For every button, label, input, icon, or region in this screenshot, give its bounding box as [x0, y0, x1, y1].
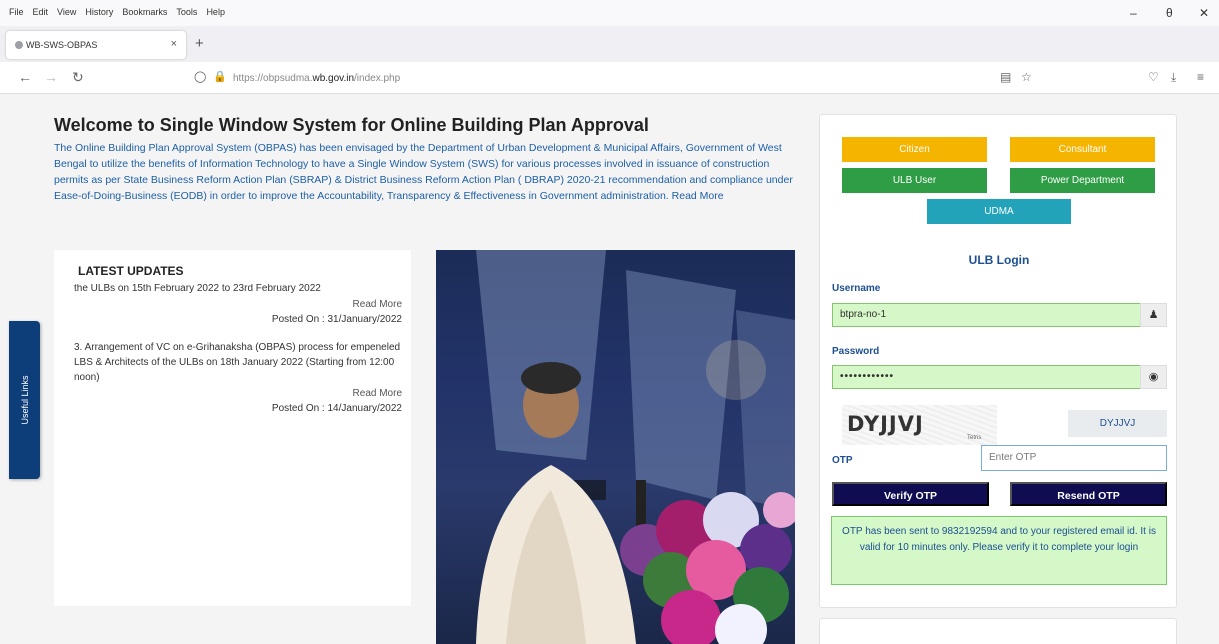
globe-icon: [15, 41, 23, 49]
hero-photo-illustration: [476, 250, 795, 644]
verify-otp-button[interactable]: Verify OTP: [832, 482, 989, 506]
username-label: Username: [832, 283, 881, 294]
page-content: Welcome to Single Window System for Onli…: [0, 95, 1219, 644]
otp-label: OTP: [832, 455, 853, 466]
user-icon: ♟: [1140, 303, 1167, 327]
eye-icon[interactable]: ◉: [1140, 365, 1167, 389]
menu-edit[interactable]: Edit: [33, 7, 49, 17]
back-arrow-icon[interactable]: ←: [18, 69, 32, 85]
pocket-icon[interactable]: ♡: [1148, 70, 1159, 84]
tab-strip: WB-SWS-OBPAS × +: [0, 26, 1219, 62]
browser-navbar: ← → ↻ ◯ 🔒 https://obpsudma.wb.gov.in/ind…: [0, 62, 1219, 94]
browser-menubar: File Edit View History Bookmarks Tools H…: [0, 0, 1219, 26]
new-tab-button[interactable]: +: [195, 35, 204, 52]
welcome-read-more-link[interactable]: Read More: [672, 190, 724, 202]
restore-button[interactable]: θ: [1166, 6, 1173, 20]
tab-obpas[interactable]: WB-SWS-OBPAS ×: [6, 31, 186, 59]
list-item: 3. Arrangement of VC on e-Grihanaksha (O…: [74, 340, 402, 416]
consultant-button[interactable]: Consultant: [1010, 137, 1155, 162]
menu-list: File Edit View History Bookmarks Tools H…: [9, 7, 225, 17]
download-icon[interactable]: ⤓: [1171, 70, 1176, 85]
secondary-card: [819, 618, 1177, 644]
useful-links-label: Useful Links: [19, 375, 30, 425]
captcha-tag: Tetris: [967, 435, 982, 441]
menu-bookmarks[interactable]: Bookmarks: [122, 7, 167, 17]
udma-button[interactable]: UDMA: [927, 199, 1071, 224]
updates-scroll-list[interactable]: the ULBs on 15th February 2022 to 23rd F…: [74, 284, 402, 584]
password-label: Password: [832, 346, 880, 357]
update-text: 3. Arrangement of VC on e-Grihanaksha (O…: [74, 342, 401, 383]
captcha-answer: DYJJVJ: [1068, 410, 1167, 437]
posted-date: Posted On : 14/January/2022: [271, 403, 402, 414]
power-department-button[interactable]: Power Department: [1010, 168, 1155, 193]
otp-input[interactable]: Enter OTP: [981, 445, 1167, 471]
minimize-button[interactable]: –: [1130, 6, 1137, 20]
close-window-button[interactable]: ✕: [1199, 6, 1209, 20]
menu-history[interactable]: History: [85, 7, 113, 17]
tab-title: WB-SWS-OBPAS: [26, 40, 98, 50]
lock-icon[interactable]: 🔒: [213, 70, 227, 83]
latest-updates-title: LATEST UPDATES: [78, 264, 184, 278]
tab-close-icon[interactable]: ×: [171, 38, 177, 50]
list-item: the ULBs on 15th February 2022 to 23rd F…: [74, 284, 402, 327]
forward-arrow-icon[interactable]: →: [44, 69, 58, 85]
menu-hamburger-icon[interactable]: ≡: [1197, 70, 1204, 84]
menu-view[interactable]: View: [57, 7, 76, 17]
address-bar[interactable]: ◯ 🔒 https://obpsudma.wb.gov.in/index.php: [186, 66, 1046, 90]
read-more-link[interactable]: Read More: [74, 297, 402, 312]
posted-date: Posted On : 31/January/2022: [271, 314, 402, 325]
resend-otp-button[interactable]: Resend OTP: [1010, 482, 1167, 506]
bookmark-star-icon[interactable]: ☆: [1021, 70, 1032, 84]
update-text: the ULBs on 15th February 2022 to 23rd F…: [74, 284, 321, 294]
reader-view-icon[interactable]: ▤: [1000, 70, 1011, 84]
password-field[interactable]: ••••••••••••: [832, 365, 1141, 389]
login-panel: Citizen Consultant ULB User Power Depart…: [819, 114, 1177, 608]
username-field[interactable]: btpra-no-1: [832, 303, 1141, 327]
citizen-button[interactable]: Citizen: [842, 137, 987, 162]
welcome-description: The Online Building Plan Approval System…: [54, 142, 793, 202]
hero-photo: [436, 250, 795, 644]
menu-file[interactable]: File: [9, 7, 24, 17]
otp-alert: OTP has been sent to 9832192594 and to y…: [831, 516, 1167, 585]
shield-icon[interactable]: ◯: [194, 70, 206, 83]
captcha-text: DYJJVJ: [847, 412, 924, 436]
captcha-image: DYJJVJ Tetris: [842, 405, 997, 445]
page-title: Welcome to Single Window System for Onli…: [54, 115, 649, 135]
login-title: ULB Login: [968, 253, 1030, 267]
url-text[interactable]: https://obpsudma.wb.gov.in/index.php: [233, 73, 400, 84]
read-more-link[interactable]: Read More: [74, 386, 402, 401]
ulb-user-button[interactable]: ULB User: [842, 168, 987, 193]
menu-help[interactable]: Help: [206, 7, 225, 17]
latest-updates-panel: LATEST UPDATES the ULBs on 15th February…: [54, 250, 411, 606]
useful-links-tab[interactable]: Useful Links: [9, 321, 40, 479]
reload-icon[interactable]: ↻: [72, 69, 84, 86]
menu-tools[interactable]: Tools: [176, 7, 197, 17]
